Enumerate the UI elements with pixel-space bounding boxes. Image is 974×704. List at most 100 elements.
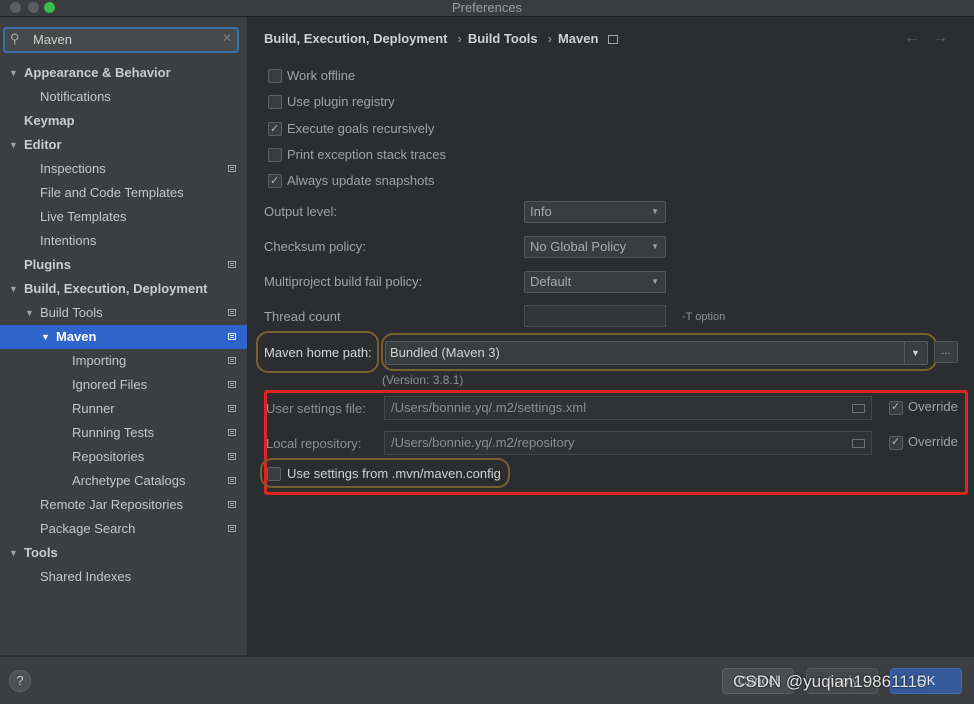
- project-settings-icon: [228, 309, 236, 316]
- sidebar-item-label: Keymap: [24, 113, 75, 128]
- maven-home-path-select[interactable]: Bundled (Maven 3): [385, 341, 928, 365]
- sidebar-item-label: Appearance & Behavior: [24, 65, 171, 80]
- checkbox-box[interactable]: [268, 69, 282, 83]
- user-settings-file-input[interactable]: /Users/bonnie.yq/.m2/settings.xml: [384, 396, 872, 420]
- checksum-policy-select[interactable]: No Global Policy ▼: [524, 236, 666, 258]
- multiproject-fail-policy-select[interactable]: Default ▼: [524, 271, 666, 293]
- chevron-down-icon[interactable]: ▼: [41, 325, 50, 349]
- thread-count-label: Thread count: [264, 309, 341, 324]
- sidebar-item-ignored-files[interactable]: Ignored Files: [0, 373, 247, 397]
- chevron-down-icon[interactable]: ▼: [9, 61, 18, 85]
- sidebar-item-label: Inspections: [40, 161, 106, 176]
- chevron-down-icon: ▼: [651, 242, 659, 251]
- chevron-down-icon[interactable]: ▼: [9, 133, 18, 157]
- sidebar-item-repositories[interactable]: Repositories: [0, 445, 247, 469]
- sidebar-item-remote-jar-repositories[interactable]: Remote Jar Repositories: [0, 493, 247, 517]
- sidebar-item-appearance-behavior[interactable]: ▼ Appearance & Behavior: [0, 61, 247, 85]
- project-settings-icon: [608, 35, 619, 45]
- sidebar-item-maven[interactable]: ▼ Maven: [0, 325, 247, 349]
- breadcrumb: Build, Execution, Deployment › Build Tools…: [264, 31, 622, 46]
- project-settings-icon: [228, 501, 236, 508]
- sidebar-item-notifications[interactable]: Notifications: [0, 85, 247, 109]
- local-repository-value: /Users/bonnie.yq/.m2/repository: [391, 435, 575, 450]
- sidebar-item-label: Editor: [24, 137, 62, 152]
- maven-home-path-value: Bundled (Maven 3): [390, 345, 500, 360]
- sidebar-item-runner[interactable]: Runner: [0, 397, 247, 421]
- navigation-arrows: ←→: [904, 29, 960, 47]
- sidebar-item-label: Notifications: [40, 89, 111, 104]
- settings-sidebar: ⚲ Maven ✕ ▼ Appearance & Behavior Notifi…: [0, 17, 248, 655]
- thread-count-input[interactable]: [524, 305, 666, 327]
- settings-content: Build, Execution, Deployment › Build Tools…: [248, 17, 974, 655]
- checkbox-box[interactable]: [268, 119, 282, 139]
- clear-search-icon[interactable]: ✕: [222, 31, 232, 45]
- checkbox-box[interactable]: [268, 171, 282, 191]
- project-settings-icon: [228, 429, 236, 436]
- checkbox-box[interactable]: [889, 398, 903, 416]
- help-button[interactable]: ?: [9, 670, 31, 692]
- sidebar-item-build-execution-deployment[interactable]: ▼ Build, Execution, Deployment: [0, 277, 247, 301]
- sidebar-item-live-templates[interactable]: Live Templates: [0, 205, 247, 229]
- chevron-down-icon[interactable]: [904, 342, 927, 364]
- breadcrumb-build-tools[interactable]: Build Tools: [468, 31, 538, 46]
- output-level-select[interactable]: Info ▼: [524, 201, 666, 223]
- chevron-down-icon[interactable]: ▼: [25, 301, 34, 325]
- sidebar-item-running-tests[interactable]: Running Tests: [0, 421, 247, 445]
- breadcrumb-separator-icon: ›: [547, 31, 552, 46]
- chevron-down-icon[interactable]: ▼: [9, 541, 18, 565]
- checksum-policy-value: No Global Policy: [530, 239, 627, 254]
- sidebar-item-label: File and Code Templates: [40, 185, 184, 200]
- checkbox-box[interactable]: [889, 433, 903, 451]
- multiproject-fail-policy-value: Default: [530, 274, 572, 289]
- chevron-down-icon: ▼: [651, 207, 659, 216]
- folder-icon[interactable]: [852, 404, 865, 413]
- sidebar-item-shared-indexes[interactable]: Shared Indexes: [0, 565, 247, 589]
- back-arrow-icon[interactable]: ←: [904, 29, 932, 46]
- folder-icon[interactable]: [852, 439, 865, 448]
- sidebar-item-tools[interactable]: ▼ Tools: [0, 541, 247, 565]
- title-bar: Preferences: [0, 0, 974, 17]
- sidebar-item-package-search[interactable]: Package Search: [0, 517, 247, 541]
- sidebar-item-label: Plugins: [24, 257, 71, 272]
- checkbox-box[interactable]: [267, 467, 281, 481]
- maven-version-text: (Version: 3.8.1): [382, 373, 464, 387]
- breadcrumb-maven[interactable]: Maven: [558, 31, 598, 46]
- browse-button[interactable]: ...: [934, 341, 958, 363]
- project-settings-icon: [228, 165, 236, 172]
- checksum-policy-label: Checksum policy:: [264, 239, 366, 254]
- search-icon: ⚲: [10, 31, 20, 46]
- sidebar-item-label: Intentions: [40, 233, 97, 248]
- breadcrumb-build-execution-deployment[interactable]: Build, Execution, Deployment: [264, 31, 447, 46]
- checkbox-label: Override: [908, 399, 958, 414]
- checkbox-label: Execute goals recursively: [287, 121, 435, 136]
- checkbox-box[interactable]: [268, 148, 282, 162]
- checkbox-label: Override: [908, 434, 958, 449]
- chevron-down-icon: ▼: [651, 277, 659, 286]
- checkbox-label: Print exception stack traces: [287, 147, 446, 162]
- sidebar-item-inspections[interactable]: Inspections: [0, 157, 247, 181]
- chevron-down-icon[interactable]: ▼: [9, 277, 18, 301]
- sidebar-item-plugins[interactable]: Plugins: [0, 253, 247, 277]
- checkbox-box[interactable]: [268, 95, 282, 109]
- search-input[interactable]: ⚲ Maven ✕: [3, 27, 239, 53]
- sidebar-item-label: Build Tools: [40, 305, 103, 320]
- t-option-hint: -T option: [682, 311, 726, 323]
- forward-arrow-icon[interactable]: →: [932, 29, 960, 46]
- sidebar-item-keymap[interactable]: Keymap: [0, 109, 247, 133]
- sidebar-item-intentions[interactable]: Intentions: [0, 229, 247, 253]
- project-settings-icon: [228, 333, 236, 340]
- project-settings-icon: [228, 525, 236, 532]
- sidebar-item-archetype-catalogs[interactable]: Archetype Catalogs: [0, 469, 247, 493]
- sidebar-item-build-tools[interactable]: ▼ Build Tools: [0, 301, 247, 325]
- sidebar-item-label: Runner: [72, 401, 115, 416]
- search-text: Maven: [33, 32, 73, 47]
- sidebar-item-label: Remote Jar Repositories: [40, 497, 184, 512]
- sidebar-item-file-code-templates[interactable]: File and Code Templates: [0, 181, 247, 205]
- sidebar-item-importing[interactable]: Importing: [0, 349, 247, 373]
- output-level-label: Output level:: [264, 204, 337, 219]
- output-level-value: Info: [530, 204, 552, 219]
- sidebar-item-editor[interactable]: ▼ Editor: [0, 133, 247, 157]
- local-repository-input[interactable]: /Users/bonnie.yq/.m2/repository: [384, 431, 872, 455]
- sidebar-item-label: Build, Execution, Deployment: [24, 281, 208, 296]
- project-settings-icon: [228, 381, 236, 388]
